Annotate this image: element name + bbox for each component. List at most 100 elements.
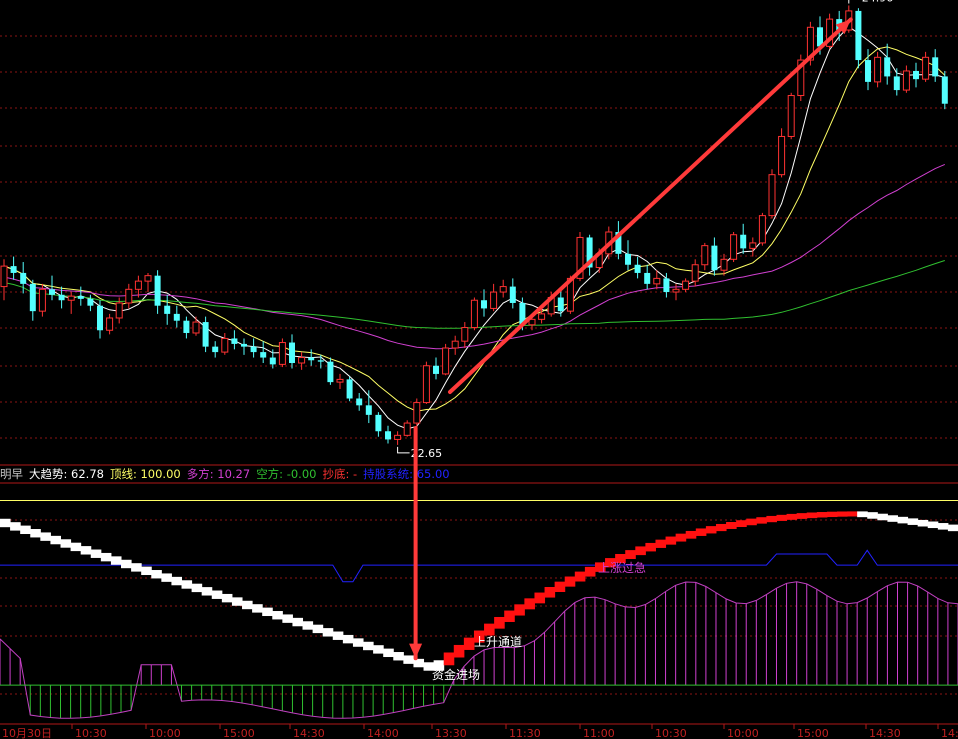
- high-marker-label: 24.96: [862, 0, 894, 4]
- trend-line-segment: [373, 645, 384, 654]
- candle-body-down: [269, 357, 276, 365]
- trend-line-segment: [645, 542, 656, 552]
- candle-body-up: [394, 434, 402, 440]
- time-label: 10:30: [75, 727, 107, 739]
- trend-line-segment: [826, 511, 838, 518]
- candle-body-down: [893, 76, 900, 91]
- candle-body-down: [29, 283, 36, 312]
- time-label: 14:30: [869, 727, 901, 739]
- candle-body-down: [212, 346, 219, 353]
- candle-body-down: [740, 234, 747, 249]
- candle-body-up: [701, 245, 709, 266]
- trend-line-segment: [60, 539, 72, 548]
- trend-line-segment: [937, 523, 949, 530]
- trend-line-segment: [786, 513, 798, 520]
- osc-annotation: 上升通道: [474, 635, 522, 649]
- trend-line-segment: [0, 518, 11, 528]
- candle-body-down: [509, 286, 516, 303]
- candle-body-down: [154, 275, 161, 306]
- candlesticks[interactable]: [0, 5, 948, 445]
- candle-body-up: [490, 291, 498, 309]
- trend-line-segment: [534, 592, 546, 604]
- trend-line-segment: [90, 549, 102, 558]
- trend-line-segment: [756, 517, 767, 524]
- legend-bull: 多方: 10.27: [186, 467, 251, 481]
- trend-line-segment: [877, 513, 888, 521]
- trend-line-segment: [726, 522, 737, 529]
- legend-topline: 顶线: 100.00: [109, 467, 181, 481]
- trend-line-segment: [947, 524, 958, 532]
- candle-body-down: [10, 266, 17, 273]
- trend-line-segment: [927, 521, 939, 529]
- candle-body-down: [855, 10, 862, 61]
- candle-body-down: [356, 398, 363, 406]
- trend-line-segment: [816, 512, 828, 518]
- candle-body-down: [77, 296, 84, 299]
- trend-line-segment: [272, 611, 283, 620]
- candle-body-down: [932, 57, 939, 77]
- trend-line-segment: [262, 607, 273, 617]
- trend-line-segment: [554, 581, 566, 593]
- time-label: 14:00: [367, 727, 399, 739]
- time-label: 14:30: [293, 727, 325, 739]
- candle-body-up: [278, 342, 286, 365]
- hold-system-line: [0, 549, 958, 583]
- trend-line-segment: [201, 587, 213, 596]
- candle-body-down: [164, 305, 171, 314]
- price-grid: [0, 35, 958, 439]
- candle-body-down: [365, 405, 372, 415]
- candle-body-down: [289, 342, 295, 364]
- candle-body-up: [442, 347, 450, 375]
- candle-body-down: [346, 379, 353, 399]
- candle-body-down: [625, 253, 631, 265]
- trend-line-segment: [806, 512, 818, 519]
- histogram-envelope: [0, 581, 958, 719]
- low-marker-line: [397, 446, 410, 454]
- time-label: 10月30日: [2, 727, 52, 739]
- trend-line-segment: [564, 576, 576, 587]
- candle-body-up: [874, 56, 882, 83]
- trend-line-segment: [181, 580, 193, 589]
- time-axis: 10月30日 10:30 10:00 15:00 14:30 14:00 13:30 11:3…: [2, 724, 958, 739]
- trend-line-segment: [514, 604, 525, 616]
- candle-body-up: [451, 340, 459, 349]
- candle-body-down: [433, 365, 439, 374]
- trend-line-segment: [121, 559, 132, 569]
- candle-body-down: [260, 352, 267, 358]
- candle-body-down: [58, 294, 65, 301]
- candle-body-up: [787, 95, 795, 137]
- candle-body-up: [538, 313, 546, 320]
- trend-line-segment: [907, 518, 919, 525]
- trend-line-segment: [504, 610, 515, 622]
- trend-line-segment: [70, 542, 82, 552]
- trend-line-segment: [80, 546, 92, 555]
- candle-body-down: [385, 431, 391, 440]
- trend-line-segment: [685, 530, 697, 539]
- candle-body-up: [672, 288, 680, 293]
- candle-body-down: [308, 357, 315, 361]
- trend-line-segment: [161, 573, 172, 582]
- trend-line-segment: [322, 628, 334, 637]
- trend-line-segment: [897, 516, 909, 524]
- trend-line-segment: [917, 519, 929, 527]
- candle-body-up: [413, 402, 421, 424]
- candle-body-down: [711, 245, 718, 271]
- candle-body-down: [250, 346, 257, 353]
- time-label: 14:00: [941, 727, 958, 739]
- trend-line-segment: [635, 546, 646, 556]
- trend-line-segment: [363, 641, 374, 651]
- legend-bottom: 抄底: -: [322, 467, 358, 481]
- high-marker-line: [848, 0, 850, 4]
- trend-line-segment: [836, 511, 848, 517]
- trend-line-segment: [383, 648, 394, 658]
- candle-body-down: [173, 313, 180, 321]
- candle-body-up: [768, 174, 776, 217]
- legend-name: 明早: [0, 467, 23, 481]
- candle-body-down: [913, 70, 919, 80]
- legend-trend: 大趋势: 62.78: [29, 467, 104, 481]
- candle-body-down: [183, 320, 190, 333]
- candle-body-up: [470, 299, 478, 329]
- trend-line-segment: [171, 576, 183, 586]
- trend-line-segment: [110, 556, 122, 565]
- candle-body-down: [941, 76, 948, 104]
